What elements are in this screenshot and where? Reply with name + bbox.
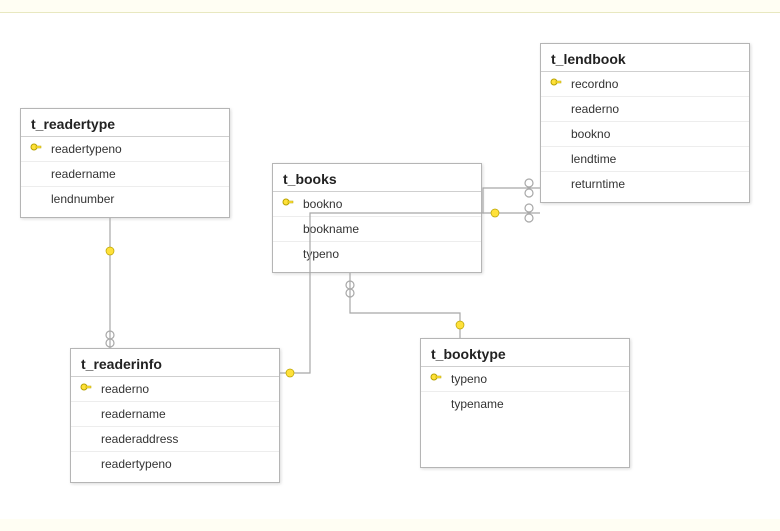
column-row[interactable]: typeno bbox=[421, 367, 629, 392]
primary-key-icon bbox=[27, 143, 45, 155]
column-name: returntime bbox=[565, 177, 625, 191]
rel-booktype-books bbox=[346, 273, 464, 338]
column-row[interactable]: bookname bbox=[273, 217, 481, 242]
entity-title: t_readertype bbox=[21, 109, 229, 137]
column-row[interactable]: lendtime bbox=[541, 147, 749, 172]
column-name: recordno bbox=[565, 77, 618, 91]
column-name: readeraddress bbox=[95, 432, 178, 446]
column-row[interactable]: bookno bbox=[541, 122, 749, 147]
column-name: lendnumber bbox=[45, 192, 114, 206]
column-name: readertypeno bbox=[95, 457, 172, 471]
rel-readertype-readerinfo bbox=[106, 218, 114, 348]
column-name: bookname bbox=[297, 222, 359, 236]
column-list: typeno typename bbox=[421, 367, 629, 416]
column-list: readerno readername readeraddress reader… bbox=[71, 377, 279, 476]
entity-readerinfo[interactable]: t_readerinfo readerno readername readera… bbox=[70, 348, 280, 483]
column-row[interactable]: readertypeno bbox=[21, 137, 229, 162]
column-name: typename bbox=[445, 397, 504, 411]
column-row[interactable]: readeraddress bbox=[71, 427, 279, 452]
column-name: readerno bbox=[565, 102, 619, 116]
column-row[interactable]: readerno bbox=[71, 377, 279, 402]
column-name: typeno bbox=[297, 247, 339, 261]
primary-key-icon bbox=[427, 373, 445, 385]
entity-title: t_readerinfo bbox=[71, 349, 279, 377]
column-list: recordno readerno bookno lendtime return… bbox=[541, 72, 749, 196]
column-row[interactable]: typename bbox=[421, 392, 629, 416]
column-name: readertypeno bbox=[45, 142, 122, 156]
entity-readertype[interactable]: t_readertype readertypeno readername len… bbox=[20, 108, 230, 218]
entity-lendbook[interactable]: t_lendbook recordno readerno bookno lend… bbox=[540, 43, 750, 203]
column-row[interactable]: lendnumber bbox=[21, 187, 229, 211]
column-name: bookno bbox=[297, 197, 342, 211]
column-name: lendtime bbox=[565, 152, 616, 166]
column-name: readername bbox=[45, 167, 116, 181]
column-row[interactable]: readername bbox=[21, 162, 229, 187]
column-row[interactable]: readertypeno bbox=[71, 452, 279, 476]
column-name: readername bbox=[95, 407, 166, 421]
primary-key-icon bbox=[279, 198, 297, 210]
er-diagram-canvas: t_readertype readertypeno readername len… bbox=[0, 12, 780, 519]
entity-title: t_lendbook bbox=[541, 44, 749, 72]
column-row[interactable]: recordno bbox=[541, 72, 749, 97]
entity-title: t_booktype bbox=[421, 339, 629, 367]
column-row[interactable]: readername bbox=[71, 402, 279, 427]
column-name: readerno bbox=[95, 382, 149, 396]
column-list: bookno bookname typeno bbox=[273, 192, 481, 266]
column-row[interactable]: bookno bbox=[273, 192, 481, 217]
column-name: bookno bbox=[565, 127, 610, 141]
entity-books[interactable]: t_books bookno bookname typeno bbox=[272, 163, 482, 273]
column-name: typeno bbox=[445, 372, 487, 386]
column-row[interactable]: typeno bbox=[273, 242, 481, 266]
rel-books-lendbook bbox=[483, 204, 540, 222]
column-row[interactable]: readerno bbox=[541, 97, 749, 122]
column-row[interactable]: returntime bbox=[541, 172, 749, 196]
entity-title: t_books bbox=[273, 164, 481, 192]
entity-booktype[interactable]: t_booktype typeno typename bbox=[420, 338, 630, 468]
primary-key-icon bbox=[77, 383, 95, 395]
column-list: readertypeno readername lendnumber bbox=[21, 137, 229, 211]
primary-key-icon bbox=[547, 78, 565, 90]
